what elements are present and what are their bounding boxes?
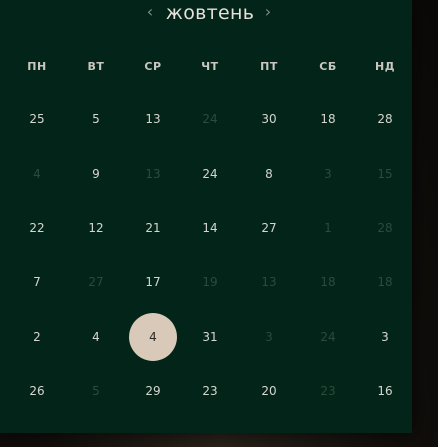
day-cell[interactable]: 18 — [361, 258, 409, 306]
day-cell[interactable]: 3 — [304, 150, 352, 198]
day-cell[interactable]: 21 — [129, 204, 177, 252]
day-cell[interactable]: 25 — [13, 95, 61, 143]
day-cell[interactable]: 24 — [186, 95, 234, 143]
day-cell[interactable]: 4 — [13, 150, 61, 198]
prev-month-chevron-icon[interactable]: ‹ — [140, 1, 160, 23]
day-cell[interactable]: 13 — [129, 95, 177, 143]
day-cell[interactable]: 2 — [13, 313, 61, 361]
day-cell[interactable]: 18 — [304, 95, 352, 143]
weekday-header-row: ПН ВТ СР ЧТ ПТ СБ НД — [0, 57, 412, 77]
weekday-label: ПТ — [260, 60, 278, 73]
weekday-label: ПН — [27, 60, 47, 73]
day-cell[interactable]: 17 — [129, 258, 177, 306]
day-cell[interactable]: 13 — [245, 258, 293, 306]
weekday-label: ВТ — [87, 60, 105, 73]
day-cell[interactable]: 5 — [72, 367, 120, 415]
day-cell[interactable]: 8 — [245, 150, 293, 198]
day-cell[interactable]: 29 — [129, 367, 177, 415]
day-cell[interactable]: 23 — [304, 367, 352, 415]
month-title[interactable]: жовтень — [160, 1, 260, 25]
day-cell[interactable]: 9 — [72, 150, 120, 198]
day-cell[interactable]: 24 — [304, 313, 352, 361]
day-cell[interactable]: 16 — [361, 367, 409, 415]
day-cell[interactable]: 1 — [304, 204, 352, 252]
day-cell[interactable]: 5 — [72, 95, 120, 143]
weekday-label: СР — [144, 60, 162, 73]
day-cell[interactable]: 27 — [245, 204, 293, 252]
day-cell[interactable]: 14 — [186, 204, 234, 252]
day-cell[interactable]: 12 — [72, 204, 120, 252]
day-cell[interactable]: 28 — [361, 204, 409, 252]
day-cell[interactable]: 13 — [129, 150, 177, 198]
day-grid: 25 5 13 24 30 18 28 4 9 13 24 8 3 15 22 12 21 14 27 1 28 7 27 1… — [0, 90, 412, 420]
day-cell[interactable]: 15 — [361, 150, 409, 198]
day-cell[interactable]: 7 — [13, 258, 61, 306]
calendar-header: ‹ жовтень › — [0, 0, 412, 28]
day-cell[interactable]: 4 — [72, 313, 120, 361]
day-cell[interactable]: 30 — [245, 95, 293, 143]
weekday-label: ЧТ — [201, 60, 219, 73]
day-cell[interactable]: 26 — [13, 367, 61, 415]
day-cell[interactable]: 27 — [72, 258, 120, 306]
day-cell[interactable]: 31 — [186, 313, 234, 361]
day-cell[interactable]: 19 — [186, 258, 234, 306]
day-cell[interactable]: 22 — [13, 204, 61, 252]
weekday-label: НД — [374, 60, 395, 73]
day-cell[interactable]: 28 — [361, 95, 409, 143]
day-cell[interactable]: 3 — [361, 313, 409, 361]
calendar-widget: ‹ жовтень › ПН ВТ СР ЧТ ПТ СБ НД 25 5 13 24 30 18 28… — [0, 0, 412, 433]
page-backdrop: ‹ жовтень › ПН ВТ СР ЧТ ПТ СБ НД 25 5 13 24 30 18 28… — [0, 0, 438, 447]
day-cell[interactable]: 23 — [186, 367, 234, 415]
day-cell-selected[interactable]: 4 — [129, 313, 177, 361]
day-cell[interactable]: 18 — [304, 258, 352, 306]
next-month-chevron-icon[interactable]: › — [258, 1, 278, 23]
day-cell[interactable]: 24 — [186, 150, 234, 198]
day-cell[interactable]: 3 — [245, 313, 293, 361]
weekday-label: СБ — [319, 60, 337, 73]
day-cell[interactable]: 20 — [245, 367, 293, 415]
